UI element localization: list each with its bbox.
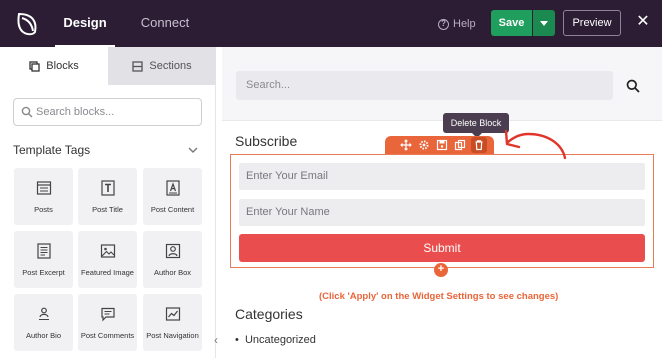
featured-image-icon: [100, 244, 116, 258]
block-post-excerpt[interactable]: Post Excerpt: [14, 231, 73, 288]
block-label: Featured Image: [81, 268, 134, 277]
help-link[interactable]: ? Help: [438, 16, 476, 32]
chevron-down-icon[interactable]: [188, 145, 198, 155]
block-post-title[interactable]: Post Title: [78, 168, 137, 225]
category-label: Uncategorized: [244, 334, 316, 346]
block-toolbar: [385, 136, 494, 154]
top-bar: Design Connect ? Help Save Preview ✕: [0, 0, 662, 47]
search-icon[interactable]: [626, 79, 640, 93]
save-icon[interactable]: [436, 139, 448, 151]
block-author-box[interactable]: Author Box: [143, 231, 202, 288]
canvas-search-input[interactable]: Search...: [236, 71, 613, 100]
posts-icon: [36, 181, 52, 195]
leaf-logo-icon[interactable]: [13, 10, 41, 38]
delete-block-button[interactable]: [471, 137, 487, 153]
search-blocks-input[interactable]: Search blocks...: [13, 98, 202, 126]
email-field[interactable]: Enter Your Email: [239, 163, 645, 190]
submit-button[interactable]: Submit: [239, 234, 645, 262]
help-icon: ?: [438, 18, 449, 30]
block-label: Post Excerpt: [22, 268, 65, 277]
help-label: Help: [453, 18, 476, 30]
tab-sections[interactable]: Sections: [108, 47, 216, 85]
block-label: Post Navigation: [146, 331, 199, 340]
preview-button[interactable]: Preview: [563, 10, 621, 36]
post-comments-icon: [101, 307, 115, 322]
tab-connect[interactable]: Connect: [133, 0, 197, 47]
block-label: Post Title: [92, 205, 123, 214]
block-post-comments[interactable]: Post Comments: [78, 294, 137, 351]
canvas-search-area: Search...: [222, 47, 662, 121]
blocks-icon: [29, 60, 40, 72]
name-field[interactable]: Enter Your Name: [239, 199, 645, 226]
apply-note: (Click 'Apply' on the Widget Settings to…: [319, 291, 559, 302]
annotation-arrow: [504, 129, 567, 160]
duplicate-icon[interactable]: [454, 139, 466, 151]
email-placeholder: Enter Your Email: [246, 170, 328, 182]
block-author-bio[interactable]: Author Bio: [14, 294, 73, 351]
block-label: Author Box: [153, 268, 192, 277]
block-label: Post Content: [150, 205, 195, 214]
app-window: Design Connect ? Help Save Preview ✕ Blo…: [0, 0, 662, 358]
block-featured-image[interactable]: Featured Image: [78, 231, 137, 288]
author-bio-icon: [39, 307, 49, 320]
sections-icon: [132, 60, 144, 72]
optin-form-block[interactable]: Enter Your Email Enter Your Name Submit: [230, 154, 654, 268]
block-posts[interactable]: Posts: [14, 168, 73, 225]
sidebar: Blocks Sections Search blocks... Templat…: [0, 47, 216, 358]
name-placeholder: Enter Your Name: [246, 206, 330, 218]
tab-design[interactable]: Design: [55, 0, 115, 47]
post-title-icon: [101, 180, 115, 196]
post-excerpt-icon: [37, 243, 51, 259]
post-navigation-icon: [165, 307, 181, 321]
canvas-search-placeholder: Search...: [246, 79, 291, 91]
template-tags-heading[interactable]: Template Tags: [13, 143, 90, 157]
tab-blocks-label: Blocks: [46, 60, 79, 72]
block-post-navigation[interactable]: Post Navigation: [143, 294, 202, 351]
save-button[interactable]: Save: [491, 10, 532, 36]
subscribe-heading: Subscribe: [235, 133, 298, 149]
post-content-icon: [166, 180, 180, 196]
block-label: Posts: [34, 205, 53, 214]
main-canvas: Search... Subscribe Delete Block Enter Y…: [222, 47, 662, 358]
block-post-content[interactable]: Post Content: [143, 168, 202, 225]
categories-heading: Categories: [235, 306, 303, 322]
block-label: Author Bio: [25, 331, 62, 340]
tab-blocks[interactable]: Blocks: [0, 47, 108, 85]
author-box-icon: [165, 243, 181, 259]
search-blocks-placeholder: Search blocks...: [36, 106, 115, 118]
search-icon: [21, 106, 33, 118]
save-options-dropdown[interactable]: [533, 10, 555, 36]
list-item[interactable]: • Uncategorized: [235, 334, 316, 346]
close-icon[interactable]: ✕: [636, 14, 650, 30]
settings-icon[interactable]: [418, 139, 430, 151]
add-block-icon[interactable]: +: [434, 263, 448, 277]
collapse-sidebar-icon[interactable]: ‹: [214, 334, 222, 346]
block-label: Post Comments: [80, 331, 135, 340]
move-icon[interactable]: [400, 139, 412, 151]
trash-icon: [475, 140, 483, 151]
tab-sections-label: Sections: [149, 60, 192, 72]
